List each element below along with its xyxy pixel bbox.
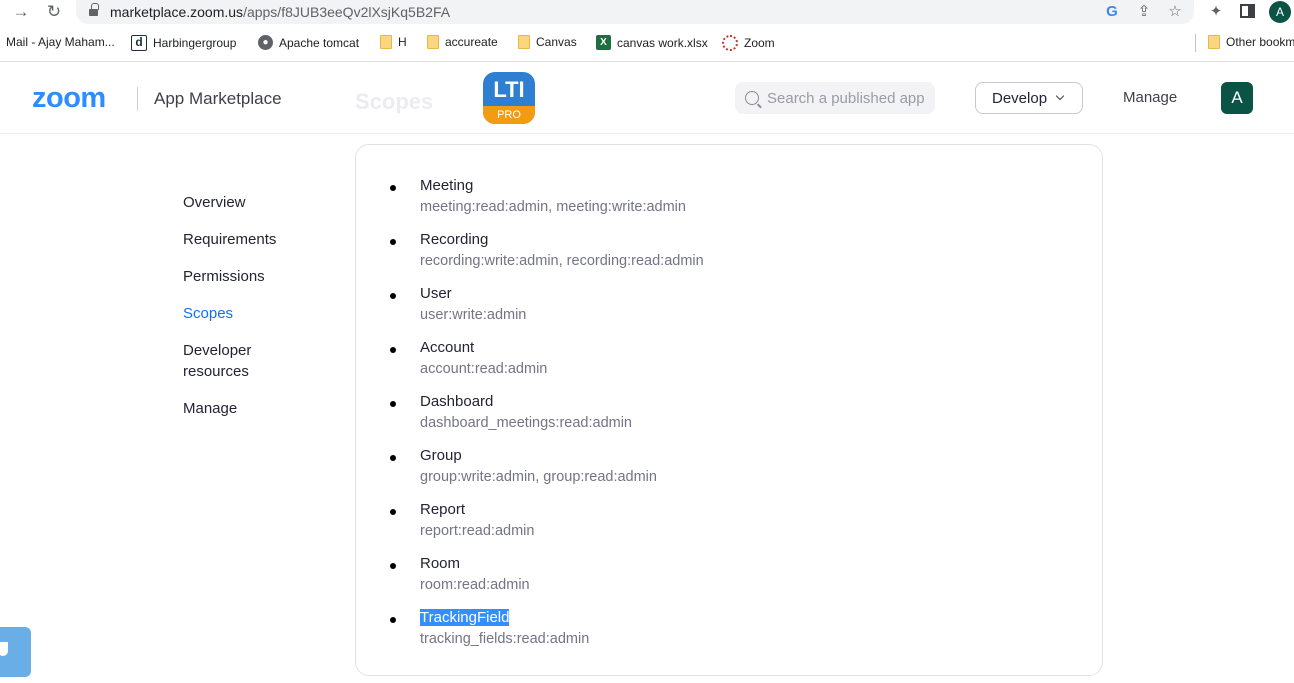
folder-icon — [427, 35, 439, 49]
nav-requirements[interactable]: Requirements — [183, 229, 333, 250]
lock-icon — [89, 3, 99, 17]
bookmark-canvas[interactable]: Canvas — [518, 35, 577, 49]
scope-permissions: report:read:admin — [420, 523, 535, 539]
scope-permissions: recording:write:admin, recording:read:ad… — [420, 253, 704, 269]
scope-item-account: Account account:read:admin — [390, 339, 704, 393]
browser-toolbar: → ↻ marketplace.zoom.us/apps/f8JUB3eeQv2… — [0, 0, 1294, 24]
lti-pro-app-icon: LTI PRO — [483, 72, 535, 124]
app-detail-nav: Overview Requirements Permissions Scopes… — [183, 192, 333, 435]
bookmarks-bar: Mail - Ajay Maham... d Harbingergroup ● Ap… — [0, 24, 1294, 62]
bookmark-separator — [1195, 34, 1196, 52]
header-divider — [137, 87, 138, 111]
scope-name: Dashboard — [420, 393, 494, 410]
user-avatar[interactable]: A — [1221, 82, 1253, 114]
scope-name: User — [420, 285, 452, 302]
scope-permissions: meeting:read:admin, meeting:write:admin — [420, 199, 686, 215]
share-icon[interactable]: ⇪ — [1134, 2, 1154, 22]
bookmark-harbingergroup[interactable]: d Harbingergroup — [131, 35, 236, 51]
google-icon[interactable]: G — [1102, 2, 1122, 22]
scope-name: Group — [420, 447, 462, 464]
scope-permissions: user:write:admin — [420, 307, 527, 323]
address-bar[interactable]: marketplace.zoom.us/apps/f8JUB3eeQv2lXsj… — [76, 0, 1194, 24]
bookmark-other[interactable]: Other bookm — [1208, 35, 1294, 49]
scope-item-trackingfield: TrackingField tracking_fields:read:admin — [390, 609, 704, 663]
bookmark-h[interactable]: H — [380, 35, 407, 49]
scope-list: Meeting meeting:read:admin, meeting:writ… — [390, 177, 704, 663]
zoom-logo[interactable]: zoom — [32, 82, 106, 115]
scope-item-group: Group group:write:admin, group:read:admi… — [390, 447, 704, 501]
nav-overview[interactable]: Overview — [183, 192, 333, 213]
bookmark-zoom[interactable]: Zoom — [722, 35, 775, 51]
star-icon[interactable]: ☆ — [1165, 2, 1185, 22]
folder-icon — [380, 35, 392, 49]
scope-item-meeting: Meeting meeting:read:admin, meeting:writ… — [390, 177, 704, 231]
search-icon — [745, 91, 759, 105]
scope-name: Account — [420, 339, 475, 356]
scopes-card: Meeting meeting:read:admin, meeting:writ… — [355, 144, 1103, 676]
globe-icon: ● — [258, 35, 273, 50]
d-icon: d — [131, 35, 147, 51]
scope-name: Recording — [420, 231, 489, 248]
nav-developer-resources[interactable]: Developer resources — [183, 340, 273, 382]
reload-icon[interactable]: ↻ — [43, 1, 65, 23]
marketplace-header: zoom App Marketplace Scopes LTI PRO Deve… — [0, 62, 1294, 134]
chevron-down-icon — [1055, 91, 1065, 101]
url-text: marketplace.zoom.us/apps/f8JUB3eeQv2lXsj… — [110, 4, 451, 20]
bookmark-mail[interactable]: Mail - Ajay Maham... — [6, 35, 115, 49]
nav-permissions[interactable]: Permissions — [183, 266, 333, 287]
zoom-icon — [722, 35, 738, 51]
nav-scopes[interactable]: Scopes — [183, 303, 333, 324]
scope-item-user: User user:write:admin — [390, 285, 704, 339]
scope-name: Report — [420, 501, 466, 518]
scope-item-report: Report report:read:admin — [390, 501, 704, 555]
develop-dropdown[interactable]: Develop — [975, 82, 1083, 114]
search-box[interactable] — [735, 82, 935, 114]
manage-link[interactable]: Manage — [1123, 89, 1177, 106]
scope-permissions: dashboard_meetings:read:admin — [420, 415, 632, 431]
bookmark-canvas-work[interactable]: Xcanvas work.xlsx — [596, 35, 708, 50]
excel-icon: X — [596, 35, 611, 50]
folder-icon — [1208, 35, 1220, 49]
scope-item-recording: Recording recording:write:admin, recordi… — [390, 231, 704, 285]
profile-avatar[interactable]: A — [1269, 1, 1291, 23]
search-input[interactable] — [767, 89, 927, 107]
bookmark-accureate[interactable]: accureate — [427, 35, 498, 49]
scope-permissions: group:write:admin, group:read:admin — [420, 469, 657, 485]
app-marketplace-link[interactable]: App Marketplace — [154, 89, 282, 109]
scope-permissions: room:read:admin — [420, 577, 530, 593]
sticky-page-title: Scopes — [355, 89, 434, 114]
shield-widget-icon[interactable] — [0, 627, 31, 677]
scope-name: Room — [420, 555, 461, 572]
scope-name: Meeting — [420, 177, 474, 194]
scope-permissions: account:read:admin — [420, 361, 548, 377]
scope-name-selected: TrackingField — [420, 609, 510, 626]
scope-item-room: Room room:read:admin — [390, 555, 704, 609]
nav-manage[interactable]: Manage — [183, 398, 333, 419]
side-panel-icon[interactable] — [1240, 4, 1255, 18]
scope-permissions: tracking_fields:read:admin — [420, 631, 590, 647]
scope-item-dashboard: Dashboard dashboard_meetings:read:admin — [390, 393, 704, 447]
folder-icon — [518, 35, 530, 49]
forward-arrow-icon[interactable]: → — [10, 1, 32, 23]
bookmark-apache-tomcat[interactable]: ● Apache tomcat — [258, 35, 359, 50]
extensions-icon[interactable]: ✦ — [1206, 2, 1226, 22]
